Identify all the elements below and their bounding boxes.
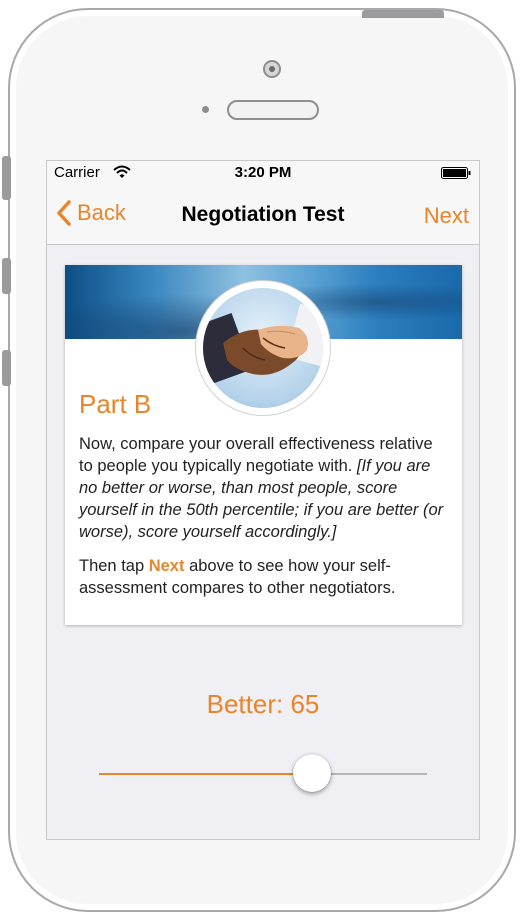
instruction-paragraph-2: Then tap Next above to see how your self…	[79, 557, 396, 597]
next-button[interactable]: Next	[424, 203, 469, 229]
next-highlight: Next	[148, 557, 185, 575]
sensor-dot	[202, 106, 209, 113]
battery-icon	[441, 167, 471, 179]
earpiece-speaker	[227, 100, 319, 120]
handshake-icon	[203, 303, 323, 385]
slider-thumb[interactable]	[293, 754, 331, 792]
navigation-bar: Back Negotiation Test Next	[47, 185, 479, 245]
status-bar: Carrier 3:20 PM	[47, 161, 479, 185]
instruction-text: Now, compare your overall effectiveness …	[79, 433, 451, 611]
instruction-card: Part B Now, compare your overall effecti…	[65, 265, 462, 625]
status-time: 3:20 PM	[234, 164, 292, 181]
handshake-photo	[196, 281, 330, 415]
power-button	[362, 10, 444, 18]
part-title: Part B	[79, 389, 152, 419]
score-label: Better: 65	[206, 689, 320, 719]
app-screen: Carrier 3:20 PM Back Negotiation Test Ne…	[46, 160, 480, 840]
instruction-paragraph-1: Now, compare your overall effectiveness …	[79, 435, 444, 541]
volume-up-button	[2, 258, 11, 294]
page-title: Negotiation Test	[181, 203, 345, 226]
score-slider[interactable]	[99, 753, 427, 793]
front-camera-icon	[263, 60, 281, 78]
slider-track-filled	[99, 773, 312, 775]
volume-down-button	[2, 350, 11, 386]
mute-switch	[2, 156, 11, 200]
